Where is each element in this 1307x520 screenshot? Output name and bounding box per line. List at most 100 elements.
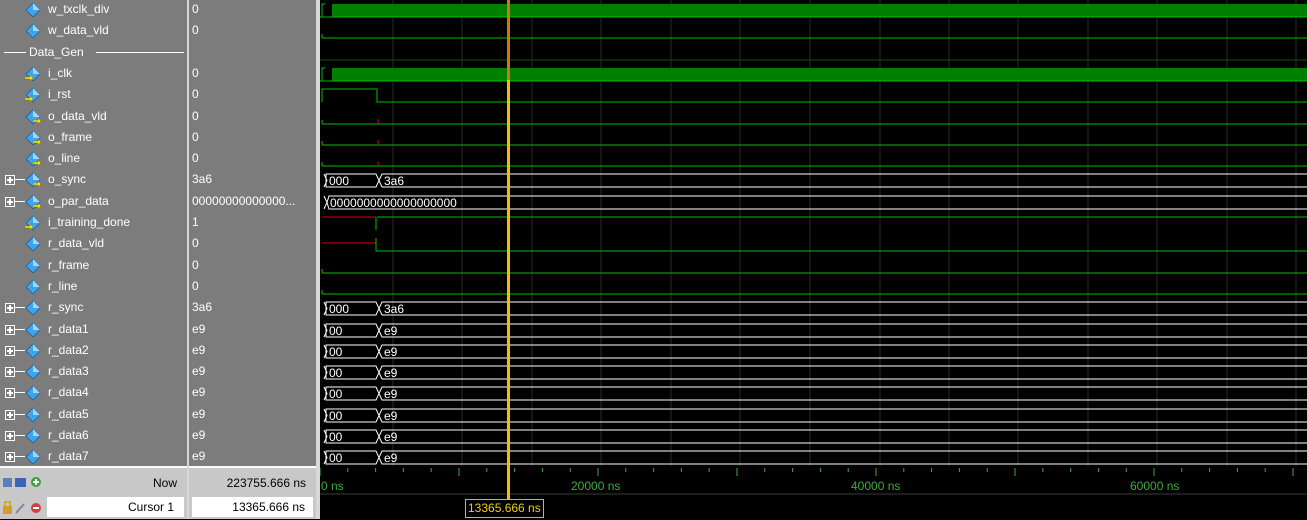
signal-row-i-clk[interactable]: i_clk: [0, 64, 187, 85]
signal-row-r-data4[interactable]: r_data4: [0, 383, 187, 404]
wave-r-data5[interactable]: 00 e9: [323, 408, 1307, 423]
signal-input-diamond-icon: [24, 215, 41, 231]
wave-r-frame[interactable]: [321, 269, 1307, 274]
expand-icon[interactable]: [5, 175, 15, 185]
signal-values-pane: 0 0 0 0 0 0 0 3a6 00000000000000... 1 0 0 0 3a6 e9 e9 e9…: [189, 0, 316, 466]
expand-icon[interactable]: [5, 367, 15, 377]
bus-value-new: e9: [384, 387, 398, 401]
tree-connector: [15, 456, 25, 457]
signal-row-r-data5[interactable]: r_data5: [0, 405, 187, 426]
bus-value-old: 00: [329, 345, 343, 359]
wave-r-data4[interactable]: 00 e9: [323, 386, 1307, 401]
signal-row-r-data1[interactable]: r_data1: [0, 320, 187, 341]
pane-divider[interactable]: [187, 0, 189, 519]
signal-row-w-txclk-div[interactable]: w_txclk_div: [0, 0, 187, 21]
signal-row-r-frame[interactable]: r_frame: [0, 256, 187, 277]
add-wave-icon[interactable]: [0, 474, 46, 492]
signal-row-i-training-done[interactable]: i_training_done: [0, 213, 187, 234]
expand-icon[interactable]: [5, 410, 15, 420]
signal-blue-diamond-icon: [25, 300, 41, 316]
expand-icon[interactable]: [5, 303, 15, 313]
wave-r-data-vld[interactable]: [322, 238, 1307, 252]
wave-r-data1[interactable]: 00 e9: [323, 323, 1307, 338]
bus-value-old: 00: [329, 387, 343, 401]
cursor-line-ruler[interactable]: [507, 466, 510, 501]
cursor-name-field[interactable]: Cursor 1: [47, 497, 184, 517]
signal-name: o_par_data: [48, 194, 109, 208]
signal-blue-diamond-icon: [25, 279, 41, 295]
now-label: Now: [152, 476, 177, 490]
signal-row-i-rst[interactable]: i_rst: [0, 85, 187, 106]
wave-i-training-done[interactable]: [322, 216, 1307, 230]
signal-row-o-sync[interactable]: o_sync: [0, 170, 187, 191]
expand-icon[interactable]: [5, 346, 15, 356]
wave-r-data3[interactable]: 00 e9: [323, 365, 1307, 380]
wave-o-sync[interactable]: 000 3a6: [323, 173, 1307, 188]
bus-value-new: e9: [384, 451, 398, 465]
signal-name: r_data4: [48, 385, 89, 399]
wave-w-data-vld[interactable]: [321, 34, 1307, 39]
wave-o-line[interactable]: [321, 161, 1307, 167]
bus-value-old: 000: [329, 302, 349, 316]
now-icons[interactable]: [0, 474, 46, 494]
waveform-area[interactable]: 000 3a60000000000000000000000 3a600 e900 e90…: [320, 0, 1307, 466]
expand-icon[interactable]: [5, 431, 15, 441]
bus-value-new: e9: [384, 345, 398, 359]
wave-r-data7[interactable]: 00 e9: [323, 450, 1307, 465]
signal-blue-diamond-icon: [25, 385, 41, 401]
tree-connector: [15, 201, 25, 202]
signal-row-r-data3[interactable]: r_data3: [0, 362, 187, 383]
wave-r-data2[interactable]: 00 e9: [323, 344, 1307, 359]
signal-row-o-frame[interactable]: o_frame: [0, 128, 187, 149]
signal-names-pane: w_txclk_div w_data_vld Data_Gen i_clk i_rst o…: [0, 0, 187, 466]
signal-value: 0: [192, 130, 199, 144]
tree-connector: [15, 414, 25, 415]
wave-i-rst[interactable]: [321, 88, 1307, 103]
signal-name: r_line: [48, 279, 78, 293]
signal-value: e9: [192, 385, 206, 399]
bus-value-new: 3a6: [384, 302, 404, 316]
cursor-time-tag[interactable]: 13365.666 ns: [465, 499, 544, 518]
tree-connector: [15, 307, 25, 308]
signal-row-w-data-vld[interactable]: w_data_vld: [0, 21, 187, 42]
wave-i-clk[interactable]: [320, 67, 1307, 82]
wave-r-sync[interactable]: 000 3a6: [323, 301, 1307, 316]
signal-row-r-data2[interactable]: r_data2: [0, 341, 187, 362]
cursor-icons[interactable]: [0, 499, 46, 519]
signal-output-diamond-icon: [25, 109, 42, 125]
wave-w-txclk-div[interactable]: [320, 3, 1307, 18]
lock-icon[interactable]: [0, 499, 46, 517]
group-header[interactable]: Data_Gen: [0, 43, 187, 64]
signal-value: e9: [192, 322, 206, 336]
signal-row-r-sync[interactable]: r_sync: [0, 298, 187, 319]
bus-value-old: 000: [329, 174, 349, 188]
wave-r-line[interactable]: [321, 290, 1307, 295]
wave-r-data6[interactable]: 00 e9: [323, 429, 1307, 444]
signal-row-r-data7[interactable]: r_data7: [0, 447, 187, 466]
signal-row-o-par-data[interactable]: o_par_data: [0, 192, 187, 213]
signal-row-o-line[interactable]: o_line: [0, 149, 187, 170]
tree-connector: [15, 329, 25, 330]
bus-value-new: e9: [384, 324, 398, 338]
signal-row-r-line[interactable]: r_line: [0, 277, 187, 298]
signal-name: w_txclk_div: [48, 2, 110, 16]
signal-input-diamond-icon: [24, 87, 41, 103]
signal-row-r-data6[interactable]: r_data6: [0, 426, 187, 447]
signal-row-o-data-vld[interactable]: o_data_vld: [0, 107, 187, 128]
expand-icon[interactable]: [5, 197, 15, 207]
wave-o-par-data[interactable]: 0000000000000000000: [323, 195, 1307, 210]
wave-o-data-vld[interactable]: [321, 119, 1307, 125]
signal-name: i_training_done: [48, 215, 131, 229]
wave-o-frame[interactable]: [321, 140, 1307, 146]
expand-icon[interactable]: [5, 388, 15, 398]
expand-icon[interactable]: [5, 452, 15, 462]
ruler-label: 40000 ns: [851, 479, 900, 493]
expand-icon[interactable]: [5, 325, 15, 335]
signal-blue-diamond-icon: [25, 322, 41, 338]
signal-name: r_data7: [48, 449, 89, 463]
cursor-value-field[interactable]: 13365.666 ns: [192, 497, 313, 517]
signal-row-r-data-vld[interactable]: r_data_vld: [0, 234, 187, 255]
cursor-values-pane: 223755.666 ns 13365.666 ns: [189, 466, 316, 519]
bus-value-old: 00: [329, 430, 343, 444]
bus-value-new: e9: [384, 430, 398, 444]
